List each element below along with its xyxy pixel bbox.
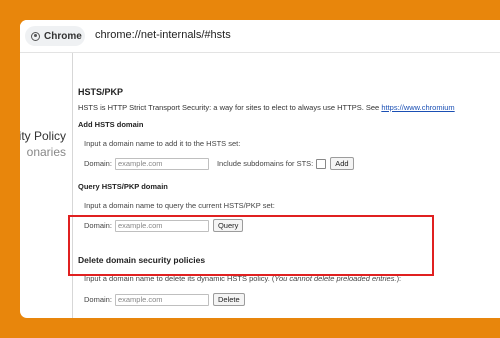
add-section-heading: Add HSTS domain	[78, 120, 144, 129]
url-text[interactable]: chrome://net-internals/#hsts	[95, 29, 231, 41]
sidebar-item-dictionaries[interactable]: onaries	[27, 145, 66, 159]
add-domain-input[interactable]: example.com	[114, 157, 209, 170]
add-instruction: Input a domain name to add it to the HST…	[84, 139, 241, 148]
delete-domain-input[interactable]: example.com	[114, 293, 209, 306]
page-description: HSTS is HTTP Strict Transport Security: …	[78, 103, 455, 112]
query-instruction: Input a domain name to query the current…	[84, 201, 275, 210]
include-subdomains-checkbox[interactable]	[316, 158, 327, 169]
main-content: HSTS/PKP HSTS is HTTP Strict Transport S…	[78, 53, 500, 318]
query-section-heading: Query HSTS/PKP domain	[78, 182, 168, 191]
sidebar: rity Policy onaries	[20, 53, 73, 318]
delete-domain-label: Domain:	[84, 295, 112, 304]
add-domain-row: Domain: example.com Include subdomains f…	[84, 157, 354, 170]
description-text: HSTS is HTTP Strict Transport Security: …	[78, 103, 380, 112]
add-button[interactable]: Add	[330, 157, 354, 170]
delete-domain-row: Domain: example.com Delete	[84, 293, 245, 306]
delete-button[interactable]: Delete	[212, 293, 245, 306]
chrome-chip[interactable]: Chrome	[25, 26, 85, 46]
browser-window: Chrome chrome://net-internals/#hsts rity…	[20, 20, 500, 318]
chrome-chip-label: Chrome	[44, 30, 82, 42]
description-link[interactable]: https://www.chromium	[381, 103, 454, 112]
include-subdomains-label: Include subdomains for STS:	[216, 159, 314, 168]
page-title: HSTS/PKP	[78, 87, 124, 97]
chrome-icon	[31, 31, 40, 41]
address-bar[interactable]: Chrome chrome://net-internals/#hsts	[20, 20, 500, 53]
sidebar-item-security-policy[interactable]: rity Policy	[20, 129, 66, 143]
delete-section-highlight	[68, 215, 434, 276]
add-domain-label: Domain:	[84, 159, 112, 168]
